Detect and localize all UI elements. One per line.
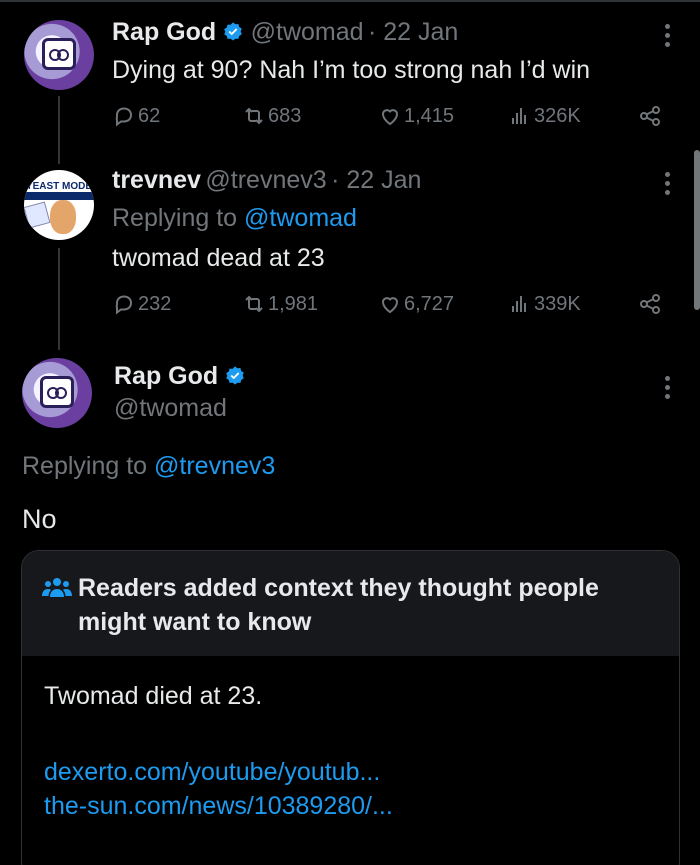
share-icon bbox=[640, 106, 660, 126]
replying-prefix: Replying to bbox=[112, 204, 238, 232]
reply-button[interactable]: 232 bbox=[112, 292, 171, 316]
replying-to-link[interactable]: @trevnev3 bbox=[154, 452, 275, 480]
author-handle[interactable]: @trevnev3 bbox=[205, 166, 326, 194]
community-note-title: Readers added context they thought peopl… bbox=[42, 571, 659, 639]
repost-icon bbox=[245, 295, 263, 313]
reply-count: 62 bbox=[138, 104, 161, 127]
tweet-text: twomad dead at 23 bbox=[112, 244, 325, 272]
repost-button[interactable]: 1,981 bbox=[242, 292, 318, 316]
verified-icon bbox=[224, 22, 242, 41]
more-icon[interactable] bbox=[664, 172, 670, 198]
views-count: 326K bbox=[534, 104, 581, 127]
like-button[interactable]: 6,727 bbox=[378, 292, 454, 316]
share-icon bbox=[640, 294, 660, 314]
repost-icon bbox=[245, 107, 263, 125]
community-note-title-text: Readers added context they thought peopl… bbox=[78, 574, 599, 636]
tweet-date[interactable]: · 22 Jan bbox=[368, 18, 458, 46]
community-note-header: Readers added context they thought peopl… bbox=[22, 551, 679, 656]
replying-to: Replying to @trevnev3 bbox=[22, 452, 275, 481]
like-button[interactable]: 1,415 bbox=[378, 104, 454, 128]
reply-button[interactable]: 62 bbox=[112, 104, 160, 128]
views-icon bbox=[512, 296, 526, 312]
replying-to: Replying to @twomad bbox=[112, 204, 357, 233]
views-icon bbox=[512, 108, 526, 124]
tweet-trevnev[interactable]: YEAST MODE trevnev @trevnev3 · 22 Jan Re… bbox=[0, 160, 700, 350]
share-button[interactable] bbox=[638, 292, 664, 316]
tweet-date[interactable]: · 22 Jan bbox=[331, 166, 421, 194]
community-note-body: Twomad died at 23. dexerto.com/youtube/y… bbox=[22, 656, 679, 849]
views-count: 339K bbox=[534, 292, 581, 315]
more-icon[interactable] bbox=[664, 24, 670, 50]
views-button[interactable]: 339K bbox=[508, 292, 581, 316]
avatar[interactable] bbox=[22, 358, 92, 428]
community-note-text: Twomad died at 23. bbox=[44, 682, 263, 710]
repost-button[interactable]: 683 bbox=[242, 104, 301, 128]
author-name[interactable]: Rap God bbox=[114, 362, 218, 390]
reply-icon bbox=[115, 107, 133, 127]
more-icon[interactable] bbox=[664, 376, 670, 402]
verified-icon bbox=[226, 366, 244, 385]
author-handle[interactable]: @twomad bbox=[114, 394, 227, 423]
share-button[interactable] bbox=[638, 104, 664, 128]
tweet-text: No bbox=[22, 504, 57, 534]
tweet-rapgod[interactable]: Rap God @twomad · 22 Jan Dying at 90? Na… bbox=[0, 0, 700, 160]
replying-prefix: Replying to bbox=[22, 452, 148, 480]
like-count: 6,727 bbox=[404, 292, 455, 315]
author-name[interactable]: Rap God bbox=[112, 18, 216, 46]
like-icon bbox=[381, 109, 399, 126]
reply-icon bbox=[115, 295, 133, 315]
reply-count: 232 bbox=[138, 292, 172, 315]
avatar[interactable] bbox=[24, 20, 94, 90]
repost-count: 683 bbox=[268, 104, 302, 127]
community-note-link[interactable]: dexerto.com/youtube/youtub... bbox=[44, 755, 657, 789]
author-handle[interactable]: @twomad bbox=[251, 18, 364, 46]
people-icon bbox=[42, 578, 72, 597]
avatar[interactable]: YEAST MODE bbox=[24, 170, 94, 240]
repost-count: 1,981 bbox=[268, 292, 319, 315]
community-note[interactable]: Readers added context they thought peopl… bbox=[21, 550, 680, 865]
like-count: 1,415 bbox=[404, 104, 455, 127]
like-icon bbox=[381, 297, 399, 314]
views-button[interactable]: 326K bbox=[508, 104, 581, 128]
community-note-link[interactable]: the-sun.com/news/10389280/... bbox=[44, 789, 657, 823]
replying-to-link[interactable]: @twomad bbox=[244, 204, 357, 232]
author-name[interactable]: trevnev bbox=[112, 166, 201, 194]
tweet-text: Dying at 90? Nah I’m too strong nah I’d … bbox=[112, 56, 591, 84]
